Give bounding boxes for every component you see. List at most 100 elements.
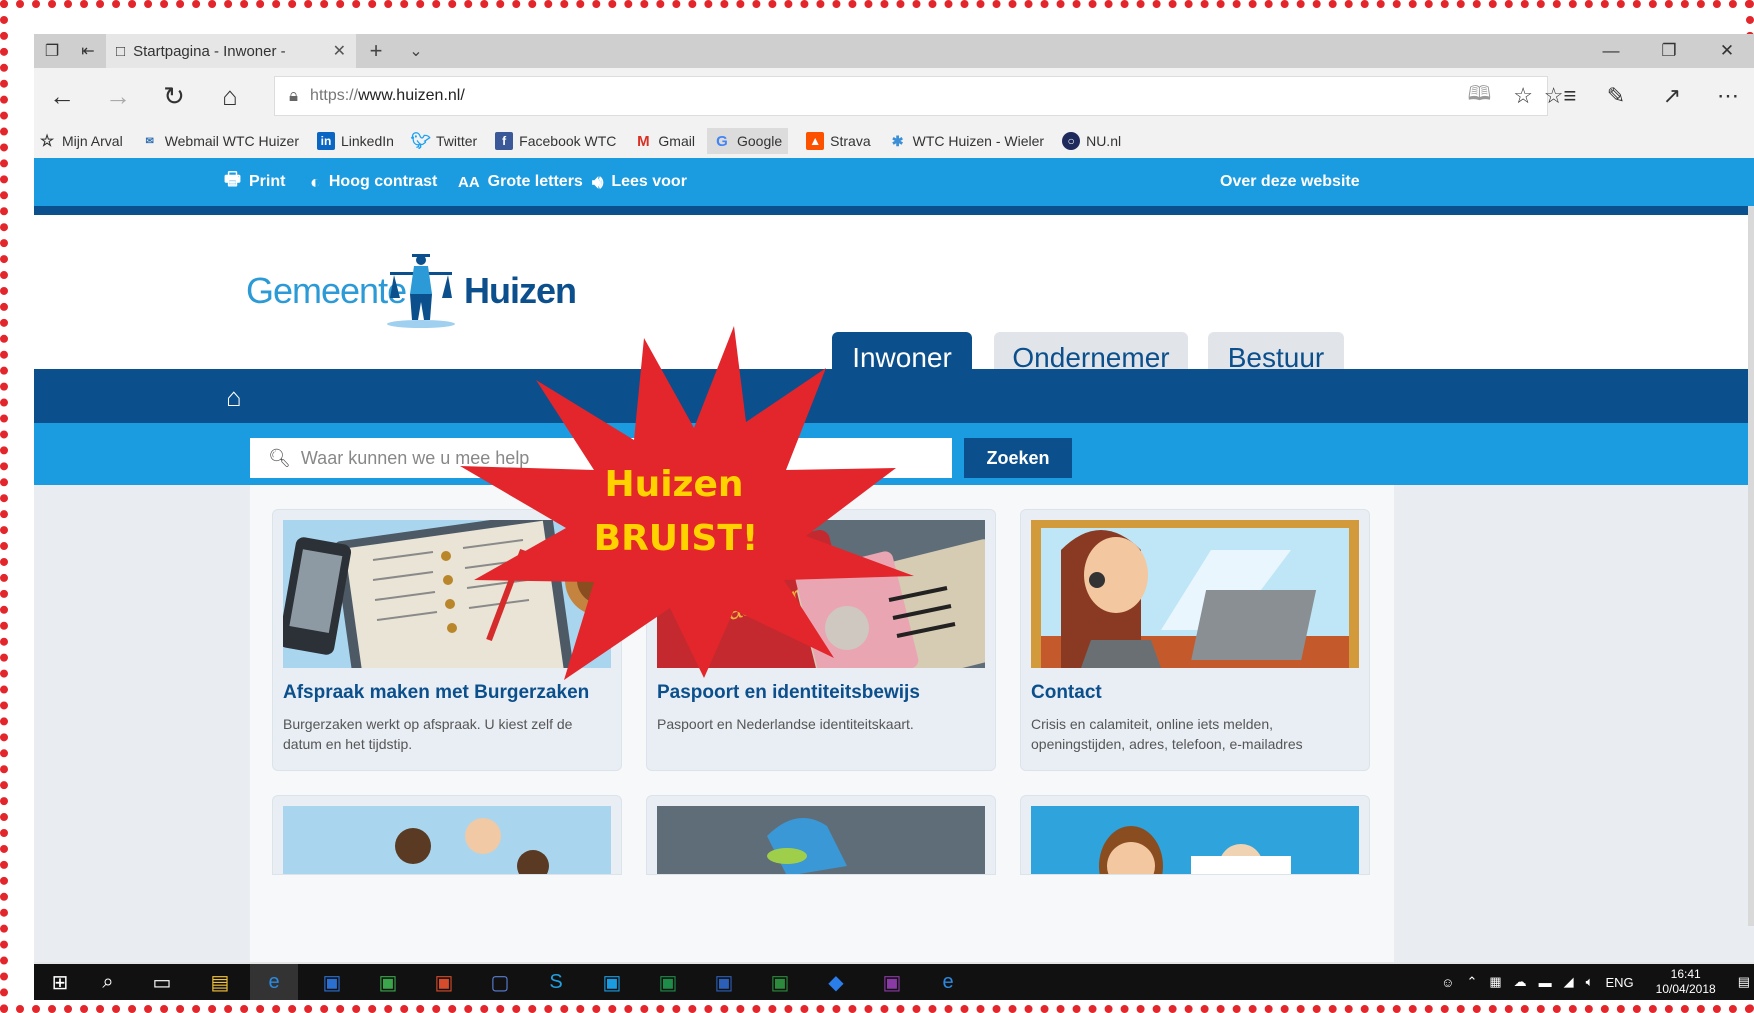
- favorite-linkedin[interactable]: in LinkedIn: [317, 132, 394, 150]
- store-icon[interactable]: ▢: [476, 964, 524, 1000]
- favorites-bar: ☆ Mijn Arval ✉ Webmail WTC Huizer in Lin…: [34, 124, 1754, 158]
- favorite-label: Twitter: [435, 133, 478, 149]
- web-note-icon[interactable]: ✎: [1588, 68, 1644, 124]
- font-size-icon: AA: [458, 173, 480, 191]
- excel-icon[interactable]: ▣: [644, 964, 692, 1000]
- header-divider: [34, 206, 1754, 215]
- back-button[interactable]: ←: [34, 68, 90, 124]
- browser-tab[interactable]: □ Startpagina - Inwoner - ✕: [106, 34, 356, 68]
- vertical-scrollbar[interactable]: [1748, 206, 1754, 926]
- more-icon[interactable]: ⋯: [1700, 68, 1754, 124]
- card-contact[interactable]: Contact Crisis en calamiteit, online iet…: [1020, 509, 1370, 771]
- mail-icon: ✉: [145, 135, 154, 147]
- favorite-star-icon[interactable]: ☆: [1513, 83, 1533, 109]
- network-icon[interactable]: ▦: [1489, 974, 1501, 990]
- tab-actions-icon[interactable]: ❐: [34, 34, 70, 68]
- minimize-button[interactable]: —: [1582, 34, 1640, 68]
- browser-tools: ☆≡ ✎ ↗ ⋯: [1532, 68, 1754, 124]
- clock-date: 10/04/2018: [1655, 982, 1716, 996]
- favorite-facebook[interactable]: f Facebook WTC: [495, 132, 616, 150]
- share-icon[interactable]: ↗: [1644, 68, 1700, 124]
- language-indicator[interactable]: ENG: [1605, 975, 1633, 990]
- contrast-icon: ◐: [310, 171, 321, 192]
- gemeente-huizen-logo[interactable]: Gemeente Huizen: [246, 250, 577, 328]
- clock[interactable]: 16:41 10/04/2018: [1650, 967, 1722, 997]
- internet-explorer-icon[interactable]: e: [924, 964, 972, 1000]
- card-row2-2[interactable]: [646, 795, 996, 875]
- onenote-icon[interactable]: ▣: [868, 964, 916, 1000]
- project-icon[interactable]: ▣: [364, 964, 412, 1000]
- card-title: Contact: [1031, 682, 1102, 703]
- refresh-button[interactable]: ↻: [146, 68, 202, 124]
- facebook-icon: f: [495, 132, 514, 150]
- outlook-icon[interactable]: ▣: [308, 964, 356, 1000]
- printer-icon: 🖶︎: [224, 169, 241, 189]
- project2-icon[interactable]: ▣: [756, 964, 804, 1000]
- new-tab-button[interactable]: +: [356, 34, 396, 68]
- contrast-label: Hoog contrast: [328, 173, 438, 190]
- favorite-webmail[interactable]: ✉ Webmail WTC Huizer: [141, 132, 299, 150]
- onedrive-icon[interactable]: ☁: [1514, 974, 1527, 990]
- system-tray: ☺ ⌃ ▦ ☁ ▬ ◢ 🔈︎ ENG 16:41 10/04/2018 ▤: [1435, 964, 1754, 1000]
- address-bar[interactable]: 🔒︎ https:// www.huizen.nl/ 🕮︎ ☆: [274, 76, 1548, 116]
- task-view-icon[interactable]: ▭: [138, 964, 186, 1000]
- wtc-icon: ✱: [891, 132, 904, 149]
- skype-icon[interactable]: S: [532, 964, 580, 1000]
- favorite-nu-nl[interactable]: ○ NU.nl: [1062, 132, 1121, 150]
- chevron-up-icon[interactable]: ⌃: [1466, 974, 1477, 990]
- card-row2-1[interactable]: [272, 795, 622, 875]
- tab-title: Startpagina - Inwoner -: [133, 42, 286, 60]
- volume-icon[interactable]: 🔈︎: [1586, 974, 1594, 990]
- forward-button[interactable]: →: [90, 68, 146, 124]
- favorite-gmail[interactable]: M Gmail: [634, 132, 695, 150]
- helpdesk-illustration: [1031, 520, 1359, 668]
- read-aloud-button[interactable]: 🔊︎ Lees voor: [592, 158, 687, 206]
- favorites-hub-icon[interactable]: ☆≡: [1532, 68, 1588, 124]
- people-icon[interactable]: ☺: [1441, 975, 1454, 990]
- logo-word-gemeente: Gemeente: [246, 270, 407, 311]
- wifi-icon[interactable]: ◢: [1564, 974, 1574, 990]
- file-explorer-icon[interactable]: ▤: [196, 964, 244, 1000]
- favorite-label: Facebook WTC: [519, 133, 617, 149]
- fisherman-logo-icon: [387, 254, 455, 328]
- restore-button[interactable]: ❐: [1640, 34, 1698, 68]
- lock-icon: 🔒︎: [289, 86, 299, 105]
- clock-time: 16:41: [1670, 967, 1701, 981]
- favorite-label: Mijn Arval: [62, 133, 123, 149]
- powerpoint-icon[interactable]: ▣: [420, 964, 468, 1000]
- favorite-strava[interactable]: ▲ Strava: [806, 132, 871, 150]
- favorite-mijn-arval[interactable]: ☆ Mijn Arval: [38, 132, 123, 150]
- word-icon[interactable]: ▣: [700, 964, 748, 1000]
- action-center-icon[interactable]: ▤: [1738, 974, 1750, 990]
- home-icon[interactable]: ⌂: [226, 382, 242, 413]
- favorite-twitter[interactable]: 🐦︎ Twitter: [411, 132, 478, 150]
- favorite-google[interactable]: G Google: [706, 128, 789, 154]
- close-tab-icon[interactable]: ✕: [333, 41, 346, 61]
- dropbox-icon[interactable]: ◆: [812, 964, 860, 1000]
- battery-icon[interactable]: ▬: [1539, 975, 1552, 990]
- set-aside-tabs-icon[interactable]: ⇤: [70, 34, 106, 68]
- card-row2-3[interactable]: [1020, 795, 1370, 875]
- home-button[interactable]: ⌂: [202, 68, 258, 124]
- favorite-wtc-huizen[interactable]: ✱ WTC Huizen - Wieler: [889, 132, 1044, 150]
- large-text-label: Grote letters: [487, 173, 583, 190]
- edge-icon[interactable]: e: [250, 964, 298, 1000]
- start-icon[interactable]: ⊞: [36, 964, 84, 1000]
- read-aloud-label: Lees voor: [611, 173, 687, 190]
- tab-preview-chevron-icon[interactable]: ⌄: [396, 34, 436, 68]
- large-text-button[interactable]: AA Grote letters: [458, 158, 583, 206]
- print-button[interactable]: 🖶︎ Print: [224, 158, 285, 206]
- huizen-bruist-starburst: Huizen BRUIST!: [460, 326, 914, 680]
- taskbar-search-icon[interactable]: ⌕: [84, 964, 132, 1000]
- high-contrast-button[interactable]: ◐ Hoog contrast: [310, 158, 437, 206]
- about-label: Over deze website: [1220, 173, 1360, 190]
- search-button[interactable]: Zoeken: [964, 438, 1072, 478]
- close-window-button[interactable]: ✕: [1698, 34, 1754, 68]
- burst-line1: Huizen: [604, 464, 743, 505]
- favorite-label: WTC Huizen - Wieler: [912, 133, 1045, 149]
- about-website-link[interactable]: Over deze website: [1220, 158, 1360, 206]
- reading-view-icon[interactable]: 🕮︎: [1468, 79, 1492, 113]
- gmail-icon: M: [637, 132, 650, 150]
- app-icon[interactable]: ▣: [588, 964, 636, 1000]
- logo-word-huizen: Huizen: [464, 270, 577, 311]
